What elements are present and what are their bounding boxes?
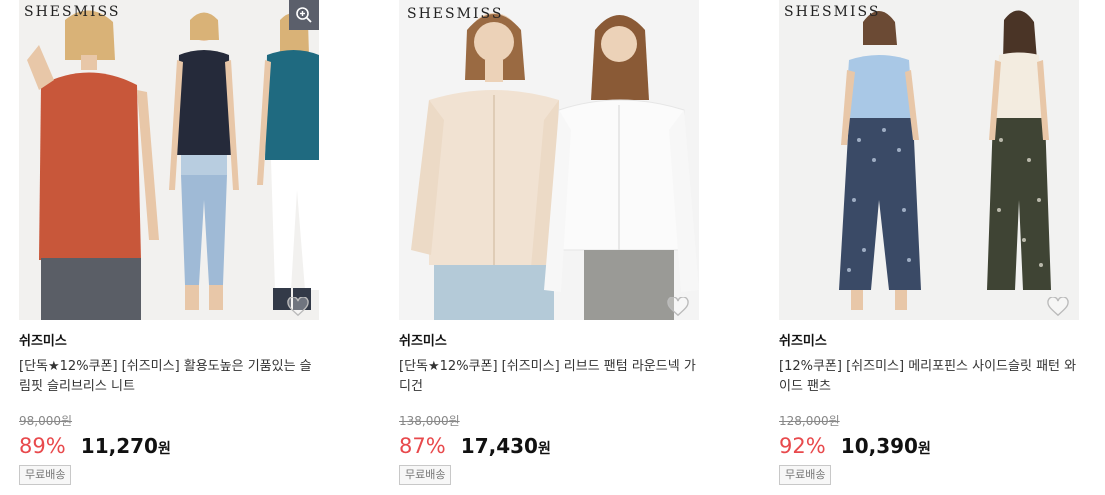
free-shipping-badge: 무료배송 — [779, 465, 832, 485]
sale-price: 17,430 — [460, 434, 538, 458]
brand-watermark: SHESMISS — [784, 4, 881, 20]
currency-unit: 원 — [157, 441, 171, 457]
product-grid: SHESMISS 쉬즈미스 [단독★12%쿠폰] [쉬즈미스] 활용도높은 기품… — [0, 0, 1105, 495]
free-shipping-badge: 무료배송 — [19, 465, 72, 485]
price-row: 89% 11,270원 — [19, 433, 319, 459]
discount-rate: 89% — [19, 434, 66, 458]
discount-rate: 87% — [399, 434, 446, 458]
discount-rate: 92% — [779, 434, 826, 458]
sale-price: 11,270 — [80, 434, 158, 458]
price-row: 87% 17,430원 — [399, 433, 699, 459]
product-photo — [399, 0, 699, 320]
product-photo — [779, 0, 1079, 320]
product-image[interactable]: SHESMISS — [779, 0, 1079, 320]
product-image[interactable]: SHESMISS — [19, 0, 319, 320]
original-price: 128,000원 — [779, 414, 840, 428]
currency-unit: 원 — [917, 441, 931, 457]
heart-outline-icon[interactable] — [287, 297, 309, 317]
brand-watermark: SHESMISS — [407, 6, 504, 22]
original-price: 138,000원 — [399, 414, 460, 428]
seller-name: 쉬즈미스 — [399, 334, 447, 349]
original-price: 98,000원 — [19, 414, 73, 428]
product-card[interactable]: SHESMISS 쉬즈미스 [12%쿠폰] [쉬즈미스] 메리포핀스 사이드슬릿… — [779, 0, 1079, 485]
sale-price: 10,390 — [840, 434, 918, 458]
seller-name: 쉬즈미스 — [779, 334, 827, 349]
product-photo — [19, 0, 319, 320]
free-shipping-badge: 무료배송 — [399, 465, 452, 485]
zoom-in-icon — [296, 7, 312, 23]
heart-outline-icon[interactable] — [1047, 297, 1069, 317]
product-card[interactable]: SHESMISS 쉬즈미스 [단독★12%쿠폰] [쉬즈미스] 활용도높은 기품… — [19, 0, 319, 485]
seller-name: 쉬즈미스 — [19, 334, 67, 349]
price-row: 92% 10,390원 — [779, 433, 1079, 459]
product-image[interactable]: SHESMISS — [399, 0, 699, 320]
product-title[interactable]: [단독★12%쿠폰] [쉬즈미스] 활용도높은 기품있는 슬림핏 슬리브리스 니… — [19, 357, 319, 397]
product-title[interactable]: [12%쿠폰] [쉬즈미스] 메리포핀스 사이드슬릿 패턴 와이드 팬츠 — [779, 357, 1079, 397]
heart-outline-icon[interactable] — [667, 297, 689, 317]
brand-watermark: SHESMISS — [24, 4, 121, 20]
zoom-button[interactable] — [289, 0, 319, 30]
currency-unit: 원 — [537, 441, 551, 457]
product-card[interactable]: SHESMISS 쉬즈미스 [단독★12%쿠폰] [쉬즈미스] 리브드 팬텀 라… — [399, 0, 699, 485]
product-title[interactable]: [단독★12%쿠폰] [쉬즈미스] 리브드 팬텀 라운드넥 가디건 — [399, 357, 699, 397]
